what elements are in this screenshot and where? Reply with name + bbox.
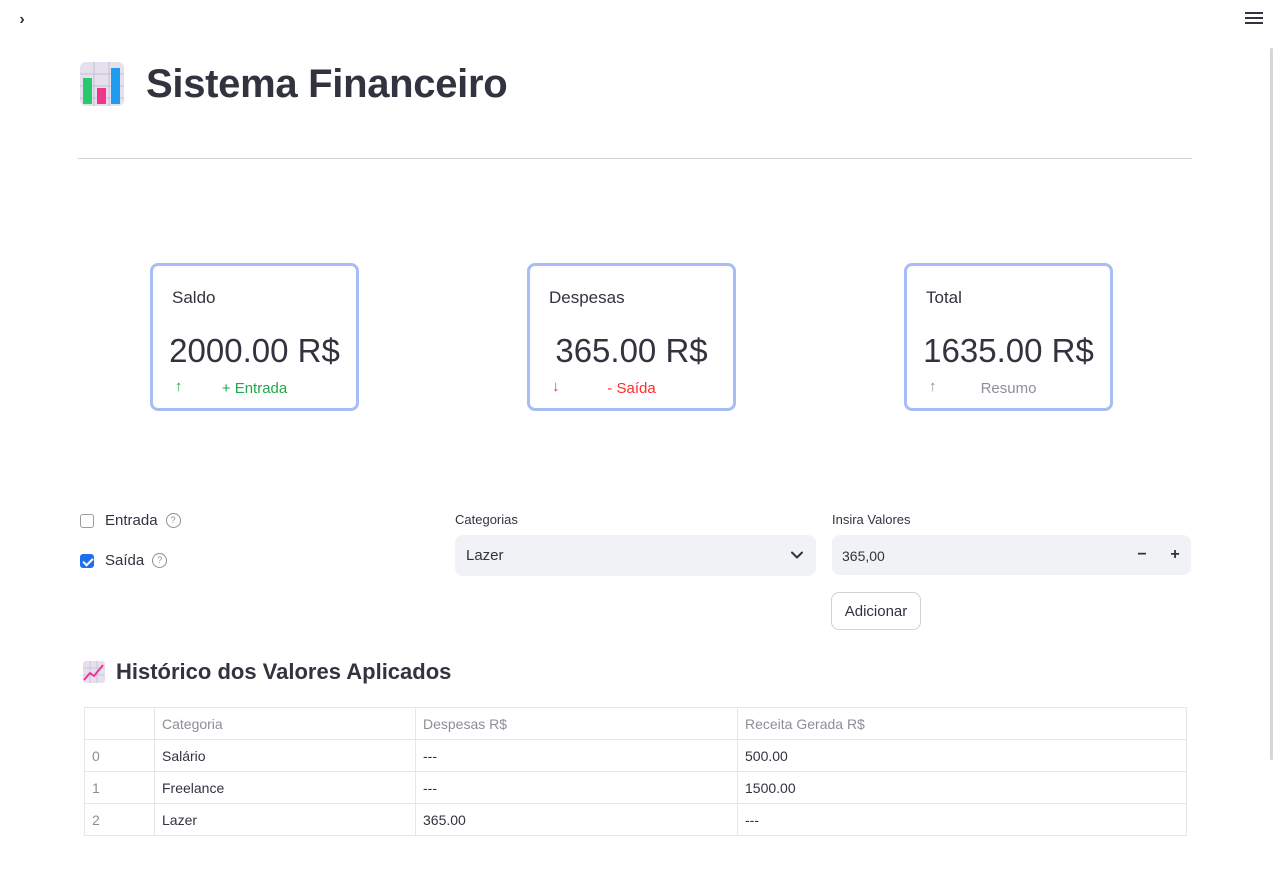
- table-header-row: Categoria Despesas R$ Receita Gerada R$: [84, 707, 1187, 740]
- table-row: 1 Freelance --- 1500.00: [84, 771, 1187, 804]
- metric-card-saldo: Saldo 2000.00 R$ ↑ + Entrada: [150, 263, 359, 411]
- column-header-categoria: Categoria: [154, 707, 416, 740]
- decrement-button[interactable]: −: [1130, 543, 1154, 567]
- adicionar-button[interactable]: Adicionar: [831, 592, 921, 630]
- checkbox-label: Saída: [105, 552, 145, 569]
- metric-card-total: Total 1635.00 R$ ↑ Resumo: [904, 263, 1113, 411]
- divider: [78, 158, 1192, 159]
- categorias-label: Categorias: [455, 512, 518, 527]
- bar-chart-icon: [80, 62, 124, 106]
- column-header-despesas: Despesas R$: [415, 707, 738, 740]
- metric-delta: Resumo: [980, 380, 1037, 397]
- select-value: Lazer: [466, 547, 504, 564]
- chart-increasing-icon: [83, 661, 105, 683]
- categoria-select[interactable]: Lazer: [455, 535, 816, 576]
- cell-despesas: 365.00: [415, 803, 738, 836]
- metric-label: Saldo: [172, 288, 216, 307]
- chevron-right-icon[interactable]: ›: [12, 10, 32, 30]
- checkbox-label: Entrada: [105, 512, 158, 529]
- metric-label: Total: [926, 288, 962, 307]
- cell-despesas: ---: [415, 739, 738, 772]
- column-header-index: [84, 707, 155, 740]
- chevron-down-icon: [791, 551, 803, 559]
- page-header: Sistema Financeiro: [78, 56, 508, 112]
- row-index: 0: [84, 739, 155, 772]
- increment-button[interactable]: +: [1163, 543, 1187, 567]
- help-icon[interactable]: ?: [152, 553, 168, 568]
- metric-delta: + Entrada: [221, 380, 288, 397]
- history-table: Categoria Despesas R$ Receita Gerada R$ …: [84, 707, 1187, 836]
- cell-receita: 1500.00: [737, 771, 1187, 804]
- column-header-receita: Receita Gerada R$: [737, 707, 1187, 740]
- row-index: 2: [84, 803, 155, 836]
- metric-value: 2000.00 R$: [169, 332, 340, 369]
- section-title: Histórico dos Valores Aplicados: [116, 659, 452, 684]
- cell-categoria: Freelance: [154, 771, 416, 804]
- valor-input[interactable]: [840, 535, 1124, 577]
- checkbox-entrada[interactable]: Entrada ?: [80, 512, 181, 529]
- table-row: 0 Salário --- 500.00: [84, 739, 1187, 772]
- metric-label: Despesas: [549, 288, 625, 307]
- cell-despesas: ---: [415, 771, 738, 804]
- cell-categoria: Salário: [154, 739, 416, 772]
- page-title: Sistema Financeiro: [146, 61, 508, 106]
- metric-value: 1635.00 R$: [923, 332, 1094, 369]
- insira-valores-label: Insira Valores: [832, 512, 911, 527]
- checkbox-box[interactable]: [80, 513, 94, 528]
- row-index: 1: [84, 771, 155, 804]
- metric-delta: - Saída: [607, 380, 656, 397]
- metric-card-despesas: Despesas 365.00 R$ ↓ - Saída: [527, 263, 736, 411]
- hamburger-menu-icon[interactable]: [1243, 9, 1265, 29]
- table-row: 2 Lazer 365.00 ---: [84, 803, 1187, 836]
- cell-receita: ---: [737, 803, 1187, 836]
- cell-receita: 500.00: [737, 739, 1187, 772]
- help-icon[interactable]: ?: [165, 513, 181, 528]
- metric-value: 365.00 R$: [555, 332, 708, 369]
- checkbox-saida[interactable]: Saída ?: [80, 552, 168, 569]
- checkbox-box[interactable]: [80, 553, 94, 568]
- valor-number-input: − +: [832, 535, 1191, 577]
- cell-categoria: Lazer: [154, 803, 416, 836]
- history-heading: Histórico dos Valores Aplicados: [82, 656, 451, 688]
